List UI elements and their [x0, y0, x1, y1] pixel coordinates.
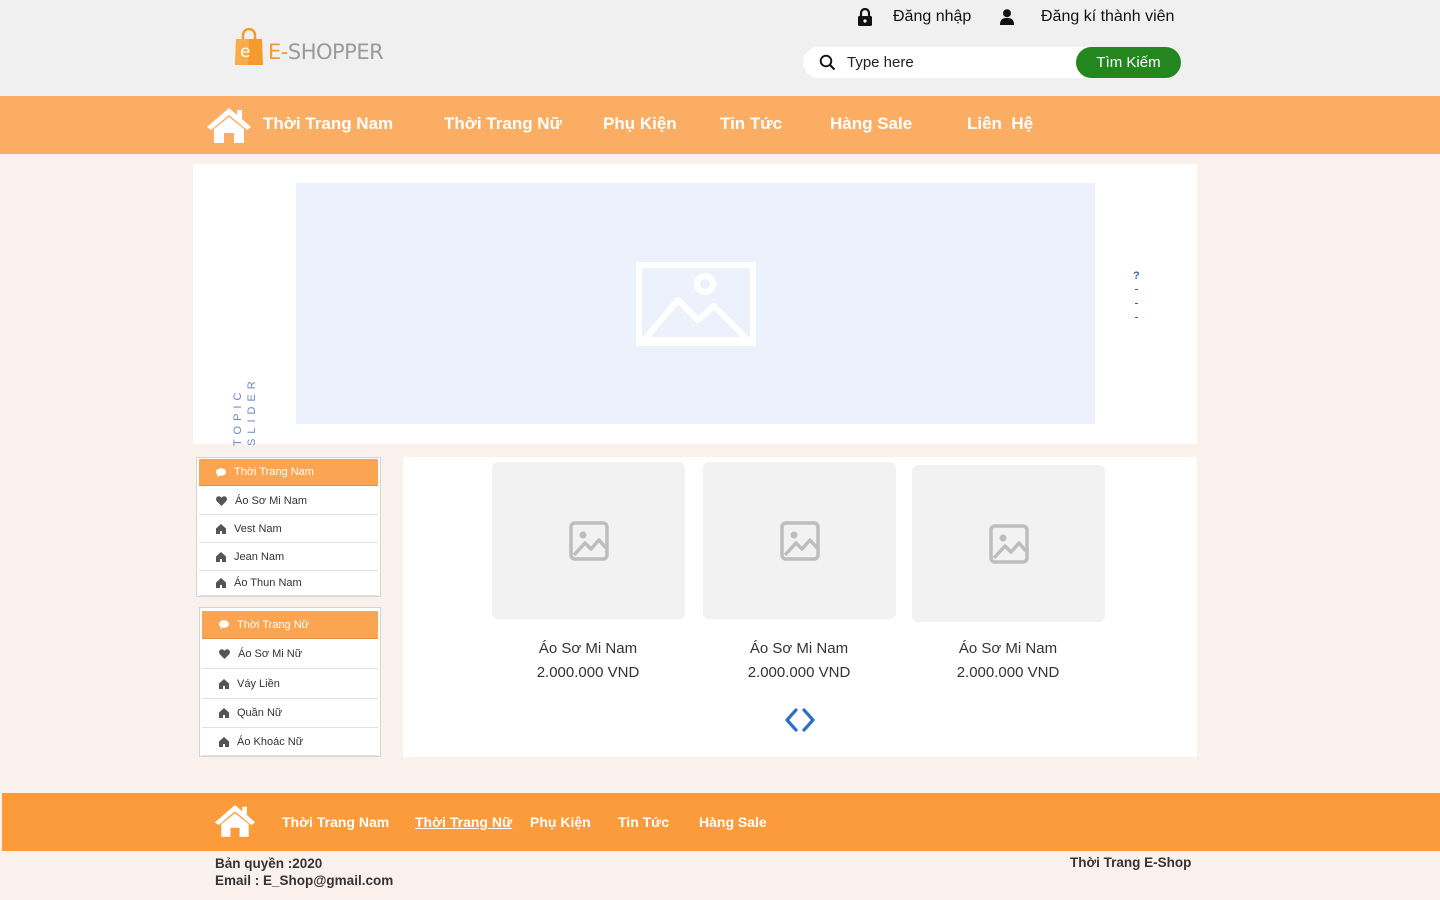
- category-item-jean-nam[interactable]: Jean Nam: [199, 543, 378, 571]
- product-price: 2.000.000 VND: [956, 664, 1060, 681]
- footer-item-phu-kien[interactable]: Phụ Kiện: [530, 814, 591, 830]
- email-text: Email : E_Shop@gmail.com: [215, 873, 394, 888]
- home-icon[interactable]: [214, 803, 256, 838]
- login-link[interactable]: Đăng nhập: [858, 6, 971, 28]
- category-header-women[interactable]: Thời Trang Nữ: [202, 611, 378, 639]
- image-placeholder-icon: [779, 520, 820, 561]
- copyright-info: Bản quyền :2020 Email : E_Shop@gmail.com: [215, 855, 393, 889]
- category-item-ao-so-mi-nam[interactable]: Áo Sơ Mi Nam: [199, 487, 378, 515]
- category-item-vay-lien[interactable]: Váy Liền: [202, 669, 378, 699]
- footer-brand: Thời Trang E-Shop: [1070, 855, 1192, 870]
- topic-slider-label: TOPIC SLIDER: [232, 376, 258, 446]
- nav-item-phu-kien[interactable]: Phụ Kiện: [603, 114, 677, 134]
- product-name: Áo Sơ Mi Nam: [749, 640, 849, 657]
- user-icon: [1000, 9, 1014, 25]
- footer-item-thoi-trang-nam[interactable]: Thời Trang Nam: [282, 814, 389, 830]
- heart-icon: [216, 495, 227, 506]
- logo-text: E-SHOPPER: [268, 40, 384, 64]
- nav-item-lien-he[interactable]: Liên Hệ: [967, 114, 1033, 134]
- category-item-vest-nam[interactable]: Vest Nam: [199, 515, 378, 543]
- home-icon: [216, 578, 226, 588]
- image-placeholder-icon: [635, 261, 756, 346]
- slider-image[interactable]: [296, 183, 1095, 424]
- category-menu-women: Thời Trang Nữ Áo Sơ Mi Nữ Váy Liền Quần …: [199, 607, 381, 757]
- slider-dot[interactable]: [1135, 317, 1138, 318]
- category-item-quan-nu[interactable]: Quần Nữ: [202, 699, 378, 728]
- nav-item-thoi-trang-nam[interactable]: Thời Trang Nam: [263, 114, 393, 134]
- slider-panel: TOPIC SLIDER ?: [193, 164, 1197, 446]
- search-input[interactable]: [847, 51, 1073, 74]
- product-carousel: Áo Sơ Mi Nam 2.000.000 VND Áo Sơ Mi Nam …: [403, 457, 1197, 757]
- shopping-bag-logo-icon: e: [233, 27, 265, 66]
- login-label: Đăng nhập: [893, 8, 972, 25]
- category-item-ao-so-mi-nu[interactable]: Áo Sơ Mi Nữ: [202, 639, 378, 669]
- carousel-arrows: [783, 707, 817, 733]
- slider-dots[interactable]: ?: [1133, 270, 1141, 331]
- chat-icon: [219, 620, 229, 629]
- slider-dot[interactable]: [1135, 303, 1138, 304]
- home-icon[interactable]: [206, 106, 252, 144]
- search-bar: Tìm Kiếm: [803, 47, 1181, 78]
- main-nav: Thời Trang Nam Thời Trang Nữ Phụ Kiện Ti…: [0, 96, 1440, 154]
- nav-item-thoi-trang-nu[interactable]: Thời Trang Nữ: [444, 114, 562, 134]
- chevron-right-icon[interactable]: [801, 707, 817, 733]
- slider-dot-glyph: ?: [1133, 270, 1140, 282]
- product-price: 2.000.000 VND: [536, 664, 640, 681]
- search-button[interactable]: Tìm Kiếm: [1076, 47, 1181, 78]
- heart-icon: [219, 648, 230, 659]
- footer-item-tin-tuc[interactable]: Tin Tức: [618, 814, 669, 830]
- product-name: Áo Sơ Mi Nam: [958, 640, 1058, 657]
- register-label: Đăng kí thành viên: [1041, 8, 1175, 25]
- image-placeholder-icon: [988, 523, 1029, 564]
- logo[interactable]: e E-SHOPPER: [233, 27, 384, 66]
- top-bar: e E-SHOPPER Đăng nhập Đăng kí thành viên…: [0, 0, 1440, 96]
- product-card[interactable]: Áo Sơ Mi Nam 2.000.000 VND: [703, 462, 896, 681]
- footer-nav: Thời Trang Nam Thời Trang Nữ Phụ Kiện Ti…: [2, 793, 1440, 851]
- slider-dot[interactable]: [1135, 289, 1138, 290]
- product-image[interactable]: [703, 462, 896, 619]
- home-icon: [219, 736, 229, 747]
- register-link[interactable]: Đăng kí thành viên: [1000, 6, 1174, 28]
- chevron-left-icon[interactable]: [783, 707, 799, 733]
- home-icon: [216, 523, 226, 534]
- product-name: Áo Sơ Mi Nam: [538, 640, 638, 657]
- product-image[interactable]: [492, 462, 685, 619]
- search-icon: [819, 54, 836, 71]
- product-card[interactable]: Áo Sơ Mi Nam 2.000.000 VND: [492, 462, 685, 681]
- home-icon: [216, 551, 226, 562]
- footer-item-thoi-trang-nu[interactable]: Thời Trang Nữ: [415, 814, 512, 830]
- home-icon: [219, 678, 229, 689]
- category-item-ao-thun-nam[interactable]: Áo Thun Nam: [199, 571, 378, 596]
- nav-item-tin-tuc[interactable]: Tin Tức: [720, 114, 782, 134]
- copyright-text: Bản quyền :2020: [215, 856, 323, 871]
- home-icon: [219, 708, 229, 718]
- product-card[interactable]: Áo Sơ Mi Nam 2.000.000 VND: [912, 465, 1105, 681]
- nav-item-hang-sale[interactable]: Hàng Sale: [830, 114, 912, 134]
- chat-icon: [216, 467, 226, 477]
- category-menu-men: Thời Trang Nam Áo Sơ Mi Nam Vest Nam Jea…: [196, 457, 381, 597]
- category-item-ao-khoac-nu[interactable]: Áo Khoác Nữ: [202, 728, 378, 756]
- footer-item-hang-sale[interactable]: Hàng Sale: [699, 814, 767, 830]
- product-price: 2.000.000 VND: [747, 664, 851, 681]
- lock-icon: [858, 8, 872, 26]
- logo-letter: e: [240, 42, 251, 62]
- product-image[interactable]: [912, 465, 1105, 622]
- category-header-men[interactable]: Thời Trang Nam: [199, 459, 378, 486]
- image-placeholder-icon: [568, 520, 609, 561]
